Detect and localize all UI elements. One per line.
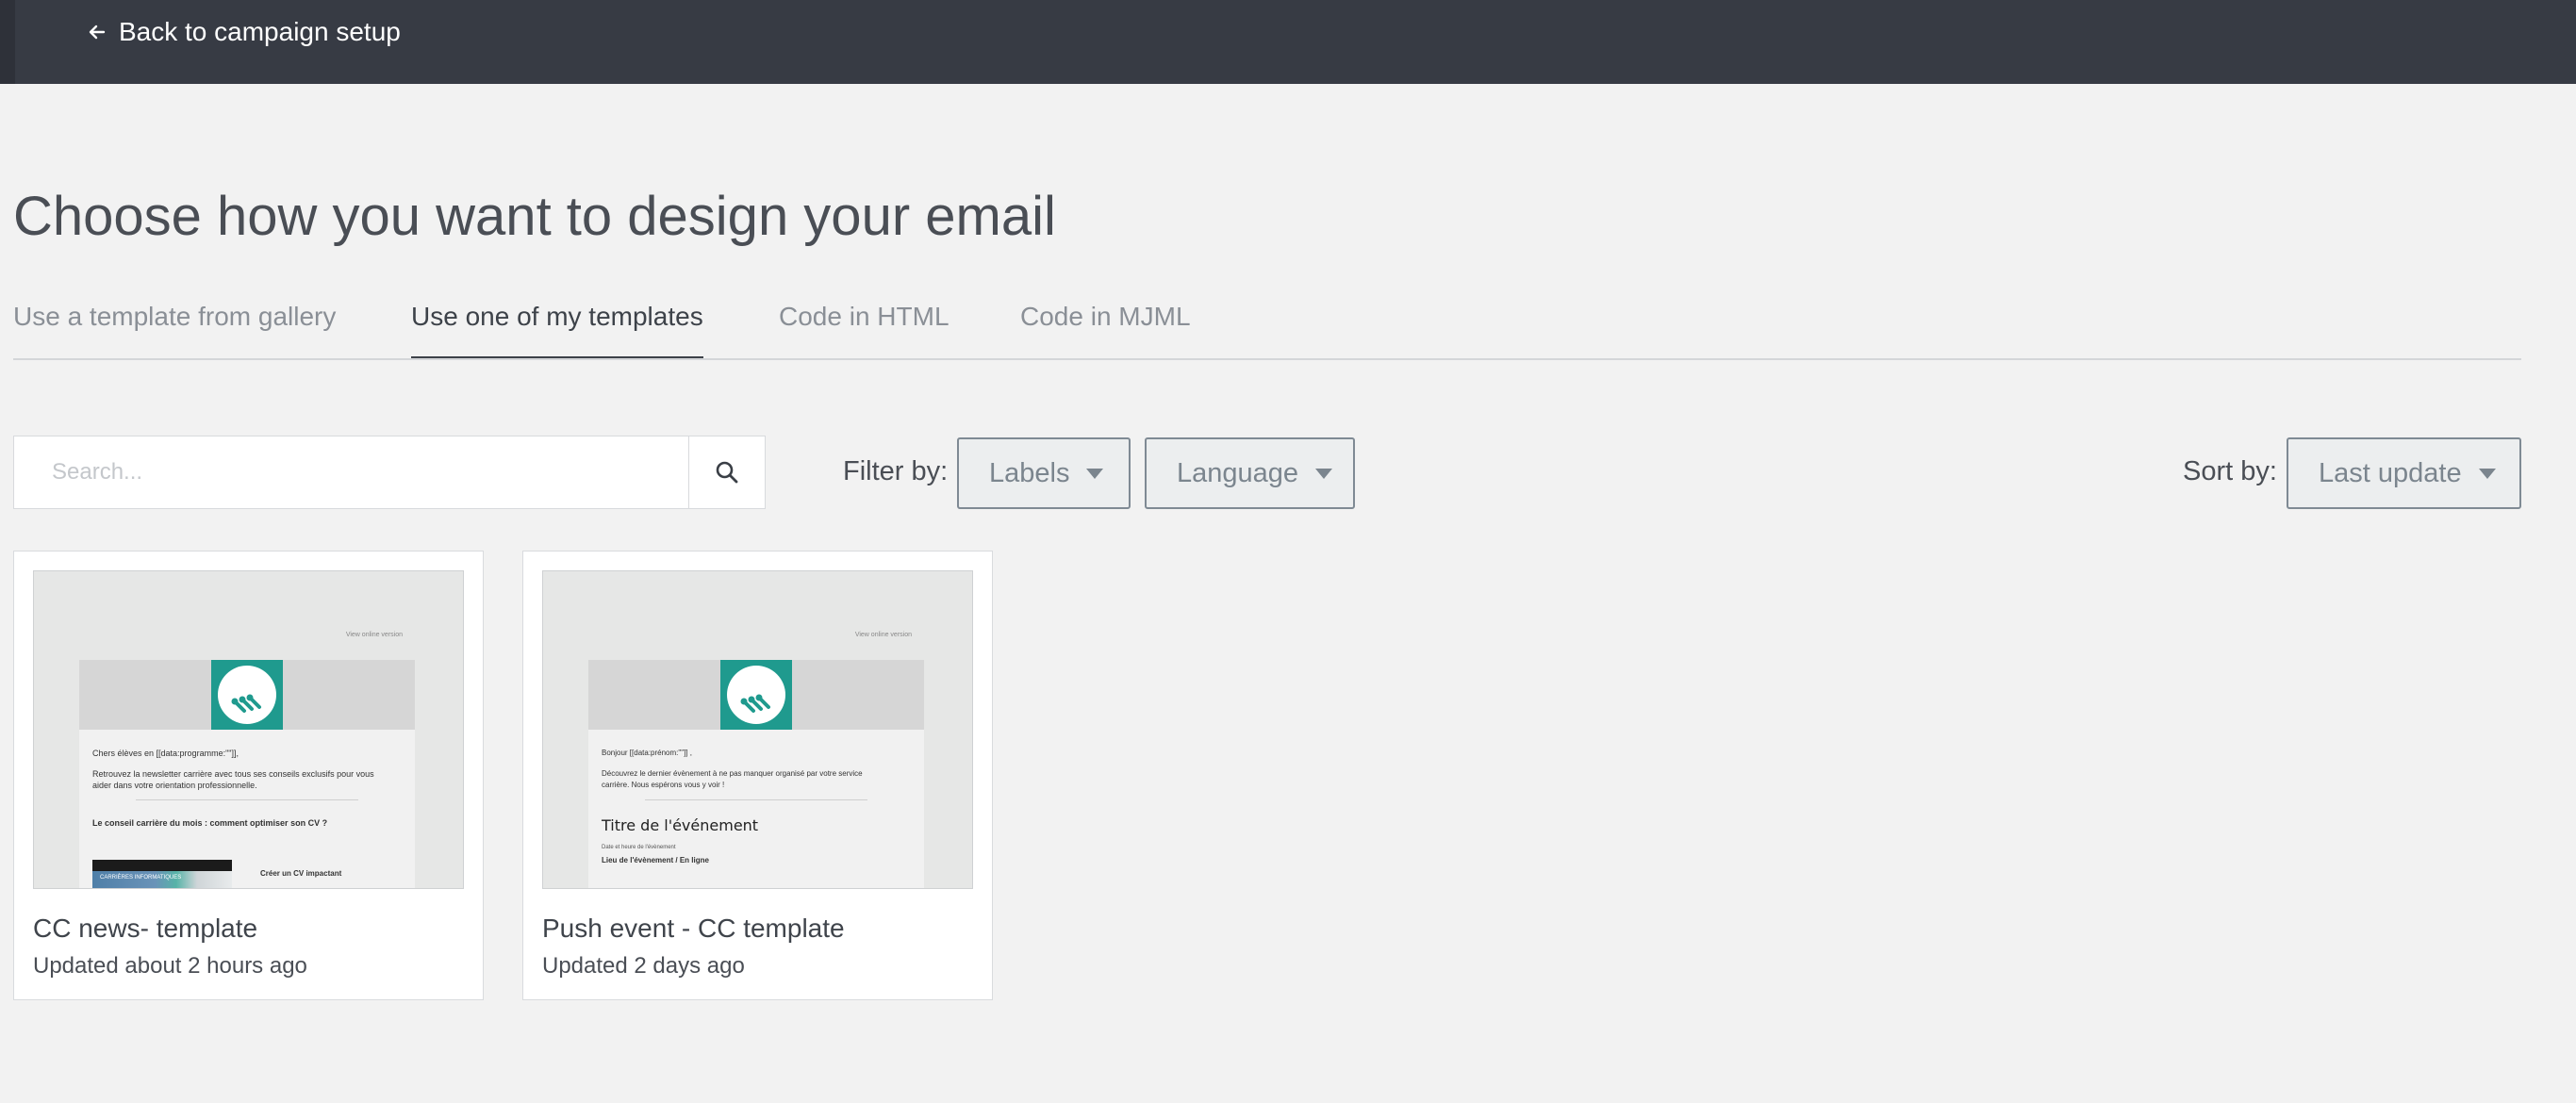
- top-bar-edge: [0, 0, 15, 84]
- tab-my-templates[interactable]: Use one of my templates: [411, 292, 703, 358]
- back-link-label: Back to campaign setup: [119, 17, 401, 46]
- caret-down-icon: [1315, 468, 1333, 479]
- page-title: Choose how you want to design your email: [13, 186, 1056, 247]
- sort-by-label: Sort by:: [2183, 456, 2277, 486]
- preview-line: Découvrez le dernier évènement à ne pas …: [602, 769, 863, 778]
- template-updated: Updated 2 days ago: [542, 953, 745, 979]
- preview-view-online: View online version: [345, 632, 403, 638]
- preview-divider: [645, 799, 867, 800]
- tab-code-html[interactable]: Code in HTML: [779, 292, 949, 356]
- template-preview: View online version Chers élèves en [[da…: [33, 570, 464, 889]
- language-dropdown-label: Language: [1177, 457, 1299, 488]
- preview-image-caption: CARRIÈRES INFORMATIQUES: [100, 875, 182, 881]
- preview-email-header: [79, 660, 415, 730]
- tab-code-mjml[interactable]: Code in MJML: [1020, 292, 1191, 356]
- search-box: [13, 436, 766, 509]
- preview-line: Le conseil carrière du mois : comment op…: [92, 818, 328, 828]
- brand-logo-icon: [720, 660, 792, 730]
- preview-line: Créer un CV impactant: [260, 869, 342, 878]
- labels-dropdown-label: Labels: [989, 457, 1070, 488]
- search-icon: [716, 461, 738, 484]
- search-input[interactable]: [14, 436, 688, 508]
- caret-down-icon: [1086, 468, 1104, 479]
- caret-down-icon: [2478, 468, 2496, 479]
- preview-line: Chers élèves en [[data:programme:""]],: [92, 749, 239, 758]
- brand-logo-icon: [211, 660, 283, 730]
- preview-image: CARRIÈRES INFORMATIQUES: [92, 860, 232, 888]
- filter-by-label: Filter by:: [843, 456, 949, 486]
- template-card[interactable]: View online version Chers élèves en [[da…: [13, 551, 484, 1000]
- sort-dropdown-label: Last update: [2319, 457, 2462, 488]
- labels-dropdown[interactable]: Labels: [957, 437, 1131, 509]
- preview-email-body: Bonjour [[data:prénom:""]] , Découvrez l…: [588, 660, 924, 888]
- preview-line: Lieu de l'évènement / En ligne: [602, 856, 709, 864]
- search-button[interactable]: [688, 436, 765, 508]
- template-card[interactable]: View online version Bonjour [[data:préno…: [522, 551, 993, 1000]
- preview-line: Date et heure de l'évènement: [602, 845, 676, 850]
- template-updated: Updated about 2 hours ago: [33, 953, 307, 979]
- language-dropdown[interactable]: Language: [1145, 437, 1355, 509]
- arrow-left-icon: [89, 25, 106, 40]
- preview-line: aider dans votre orientation professionn…: [92, 781, 257, 790]
- template-title: Push event - CC template: [542, 914, 845, 943]
- back-to-campaign-setup-link[interactable]: Back to campaign setup: [89, 13, 401, 51]
- template-title: CC news- template: [33, 914, 258, 943]
- sort-dropdown[interactable]: Last update: [2287, 437, 2521, 509]
- design-method-tabs: Use a template from gallery Use one of m…: [13, 292, 2521, 360]
- preview-view-online: View online version: [854, 632, 912, 638]
- preview-divider: [136, 799, 358, 800]
- template-preview: View online version Bonjour [[data:préno…: [542, 570, 973, 889]
- preview-line: carrière. Nous espérons vous y voir !: [602, 781, 725, 789]
- top-bar: Back to campaign setup: [0, 0, 2576, 84]
- tab-template-gallery[interactable]: Use a template from gallery: [13, 292, 336, 356]
- preview-line: Titre de l'événement: [602, 816, 759, 834]
- preview-email-header: [588, 660, 924, 730]
- preview-email-body: Chers élèves en [[data:programme:""]], R…: [79, 660, 415, 888]
- preview-line: Bonjour [[data:prénom:""]] ,: [602, 749, 692, 757]
- preview-line: Retrouvez la newsletter carrière avec to…: [92, 769, 374, 779]
